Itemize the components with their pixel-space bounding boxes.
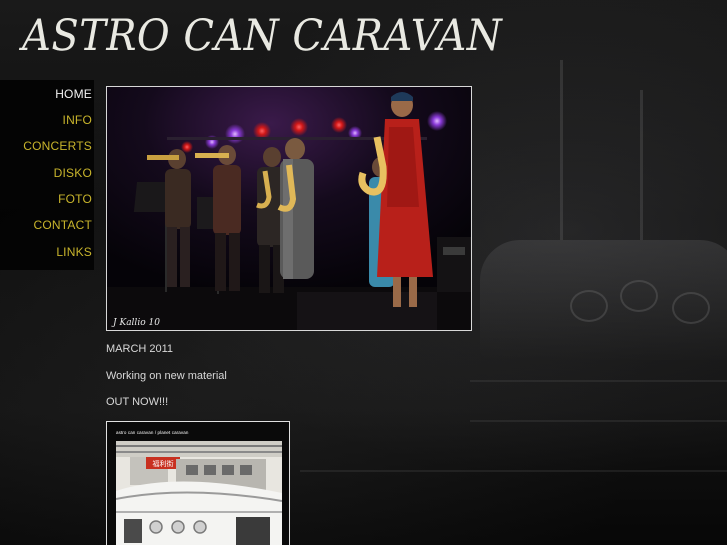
album-cover-link[interactable]: astro can caravan / planet caravan 福利街 xyxy=(106,421,290,545)
nav-link-home[interactable]: HOME xyxy=(55,87,92,101)
site-header: ASTRO CAN CARAVAN xyxy=(22,8,538,64)
album-cover-image: 福利街 xyxy=(115,441,283,545)
nav-link-concerts[interactable]: CONCERTS xyxy=(23,139,92,153)
album-sign-text: 福利街 xyxy=(153,459,174,468)
background-deck-line xyxy=(300,470,727,472)
nav-link-contact[interactable]: CONTACT xyxy=(33,218,92,232)
background-mast xyxy=(640,90,643,240)
background-porthole xyxy=(620,280,658,312)
nav-link-disko[interactable]: DISKO xyxy=(54,166,92,180)
background-deck-line xyxy=(470,380,727,382)
concert-photo-illustration: J Kallio 10 xyxy=(107,87,471,330)
background-deck-line xyxy=(470,420,727,422)
background-mast xyxy=(560,60,563,240)
nav-link-info[interactable]: INFO xyxy=(63,113,92,127)
nav-link-links[interactable]: LINKS xyxy=(56,245,92,259)
album-cover-illustration: 福利街 xyxy=(115,441,283,545)
concert-photo: J Kallio 10 xyxy=(106,86,472,331)
news-date: MARCH 2011 xyxy=(106,343,174,355)
release-announcement: OUT NOW!!! xyxy=(106,396,169,408)
photo-credit: J Kallio 10 xyxy=(111,318,160,328)
album-caption: astro can caravan / planet caravan xyxy=(116,430,189,435)
news-text: Working on new material xyxy=(106,370,227,382)
background-porthole xyxy=(672,292,710,324)
page: ASTRO CAN CARAVAN HOME INFO CONCERTS DIS… xyxy=(0,0,727,545)
site-title: ASTRO CAN CARAVAN xyxy=(22,11,503,61)
background-boat-hull xyxy=(480,240,727,360)
nav-link-foto[interactable]: FOTO xyxy=(58,192,92,206)
background-porthole xyxy=(570,290,608,322)
main-navigation: HOME INFO CONCERTS DISKO FOTO CONTACT LI… xyxy=(0,80,94,270)
